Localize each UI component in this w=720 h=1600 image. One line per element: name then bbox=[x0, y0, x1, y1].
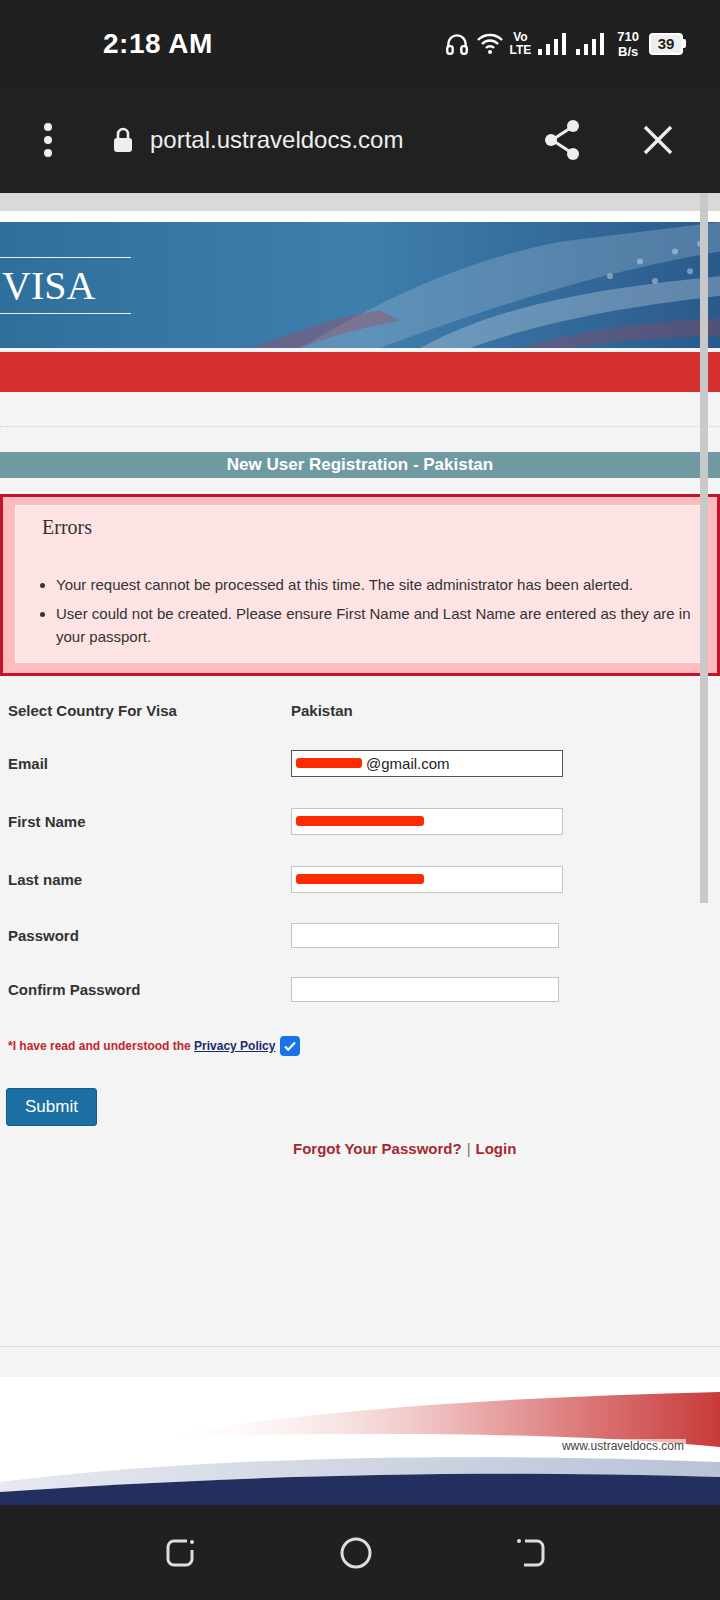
privacy-checkbox[interactable] bbox=[280, 1036, 300, 1056]
visa-banner: VISA bbox=[0, 222, 720, 348]
field-value: Pakistan bbox=[291, 702, 720, 719]
login-link[interactable]: Login bbox=[476, 1138, 517, 1160]
form-row: Password bbox=[0, 908, 720, 962]
menu-dots-icon[interactable] bbox=[38, 122, 58, 158]
divider bbox=[0, 426, 720, 427]
text-input[interactable] bbox=[291, 866, 563, 893]
text-input[interactable] bbox=[291, 977, 559, 1002]
form-row: First Name bbox=[0, 792, 720, 850]
account-links: Forgot Your Password? | Login bbox=[0, 1138, 720, 1160]
url-field[interactable]: portal.ustraveldocs.com bbox=[150, 126, 542, 154]
screen: 2:18 AM Vo LTE 710 B/s 39 portal.ustrave… bbox=[0, 0, 720, 1600]
home-icon[interactable] bbox=[339, 1536, 373, 1570]
flag-icon bbox=[0, 222, 720, 348]
forgot-password-link[interactable]: Forgot Your Password? bbox=[293, 1138, 462, 1160]
field-label: Confirm Password bbox=[0, 981, 291, 998]
error-box: Errors Your request cannot be processed … bbox=[0, 494, 720, 676]
privacy-link[interactable]: Privacy Policy bbox=[194, 1039, 275, 1053]
divider bbox=[0, 1346, 720, 1347]
red-bar bbox=[0, 352, 720, 392]
form-row: Confirm Password bbox=[0, 962, 720, 1016]
network-speed: 710 B/s bbox=[617, 29, 639, 59]
field-label: Select Country For Visa bbox=[0, 702, 291, 719]
close-icon[interactable] bbox=[642, 124, 674, 156]
link-separator: | bbox=[467, 1138, 471, 1160]
error-item: Your request cannot be processed at this… bbox=[56, 573, 698, 596]
privacy-row: *I have read and understood the Privacy … bbox=[0, 1026, 720, 1066]
field-label: Last name bbox=[0, 871, 291, 888]
navigation-bar bbox=[0, 1505, 720, 1600]
privacy-text: *I have read and understood the bbox=[8, 1039, 194, 1053]
field-label: Email bbox=[0, 755, 291, 772]
form-row: Last name bbox=[0, 850, 720, 908]
field-label: First Name bbox=[0, 813, 291, 830]
browser-bar: portal.ustraveldocs.com bbox=[0, 87, 720, 193]
top-strip bbox=[0, 193, 720, 211]
web-page: VISA New User Registration - Pakistan Er… bbox=[0, 193, 720, 1505]
headphones-icon bbox=[444, 31, 470, 57]
text-input[interactable] bbox=[291, 808, 563, 835]
status-bar: 2:18 AM Vo LTE 710 B/s 39 bbox=[0, 0, 720, 87]
banner-title: VISA bbox=[0, 257, 131, 314]
redaction-mark bbox=[296, 758, 362, 768]
error-item: User could not be created. Please ensure… bbox=[56, 602, 698, 648]
check-icon bbox=[283, 1039, 297, 1053]
clock: 2:18 AM bbox=[103, 28, 213, 60]
form-row: Email @gmail.com bbox=[0, 734, 720, 792]
network-type: Vo LTE bbox=[510, 31, 532, 57]
input-value: @gmail.com bbox=[366, 755, 450, 772]
site-footer: www.ustraveldocs.com bbox=[0, 1377, 720, 1505]
section-heading: New User Registration - Pakistan bbox=[0, 452, 720, 478]
scrollbar[interactable] bbox=[700, 193, 708, 903]
field-label: Password bbox=[0, 927, 291, 944]
recents-icon[interactable] bbox=[163, 1536, 197, 1570]
submit-button[interactable]: Submit bbox=[6, 1088, 97, 1126]
status-icons: Vo LTE 710 B/s 39 bbox=[444, 29, 686, 59]
redaction-mark bbox=[296, 816, 424, 826]
redaction-mark bbox=[296, 874, 424, 884]
signal-icon bbox=[575, 32, 607, 56]
lock-icon bbox=[112, 127, 134, 153]
text-input[interactable]: @gmail.com bbox=[291, 750, 563, 777]
wifi-icon bbox=[476, 31, 504, 57]
back-icon[interactable] bbox=[514, 1536, 548, 1570]
text-input[interactable] bbox=[291, 923, 559, 948]
share-icon[interactable] bbox=[542, 119, 582, 161]
signal-icon bbox=[537, 32, 569, 56]
footer-url[interactable]: www.ustraveldocs.com bbox=[560, 1439, 686, 1453]
battery-indicator: 39 bbox=[649, 33, 686, 55]
error-title: Errors bbox=[42, 516, 698, 539]
error-list: Your request cannot be processed at this… bbox=[42, 573, 698, 648]
form-row: Select Country For Visa Pakistan bbox=[0, 686, 720, 734]
registration-form: Select Country For Visa PakistanEmail @g… bbox=[0, 676, 720, 1160]
